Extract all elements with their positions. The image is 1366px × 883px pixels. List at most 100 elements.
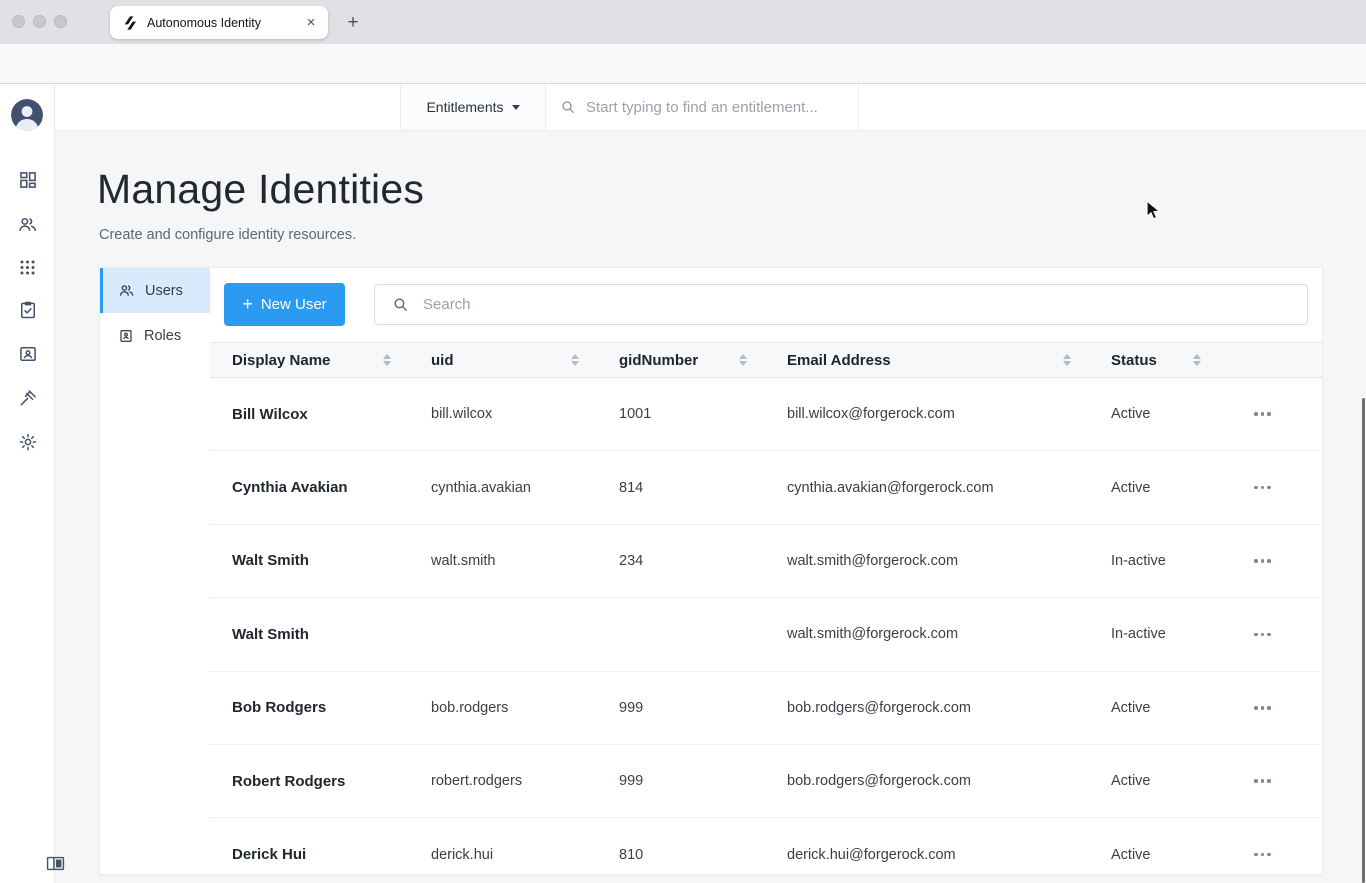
forgerock-logo-icon: [122, 15, 138, 31]
tasks-clipboard-icon: [20, 301, 35, 319]
cell-email: bob.rodgers@forgerock.com: [787, 773, 971, 790]
page-scrollbar[interactable]: [1362, 398, 1365, 883]
sort-icon[interactable]: [383, 354, 391, 366]
window-minimize-button[interactable]: [33, 15, 46, 28]
cell-display-name: Derick Hui: [232, 846, 307, 864]
tab-roles[interactable]: Roles: [100, 313, 210, 358]
cell-display-name: Walt Smith: [232, 625, 309, 643]
cell-display-name: Cynthia Avakian: [232, 479, 348, 497]
row-actions-ellipsis-icon[interactable]: [1246, 402, 1279, 426]
settings-gear-icon: [19, 433, 36, 451]
tab-close-icon[interactable]: ×: [300, 12, 322, 34]
table-body: Bill Wilcox bill.wilcox 1001 bill.wilcox…: [210, 378, 1322, 874]
cell-gidnumber: 234: [619, 552, 644, 569]
identities-card: Users Roles + New User Display Name uid: [99, 267, 1323, 875]
cell-uid: derick.hui: [431, 846, 494, 863]
entitlement-search[interactable]: [546, 84, 859, 130]
browser-tab-strip: Autonomous Identity × +: [0, 0, 1366, 44]
cell-status: Active: [1111, 773, 1151, 790]
cell-uid: robert.rodgers: [431, 773, 523, 790]
tab-users-label: Users: [145, 282, 183, 299]
collapse-sidebar-icon[interactable]: [46, 855, 65, 872]
column-header-email[interactable]: Email Address: [765, 343, 1089, 377]
cell-gidnumber: 1001: [619, 406, 652, 423]
users-icon: [19, 217, 36, 231]
sidebar-item-users[interactable]: [0, 210, 55, 238]
sidebar-item-applications[interactable]: [0, 253, 55, 281]
cell-gidnumber: 810: [619, 846, 644, 863]
table-row: Walt Smith walt.smith@forgerock.com In-a…: [210, 598, 1322, 672]
table-search[interactable]: [374, 284, 1308, 325]
column-header-uid[interactable]: uid: [409, 343, 597, 377]
users-icon: [118, 282, 135, 299]
column-header-gidnumber[interactable]: gidNumber: [597, 343, 765, 377]
page-subtitle: Create and configure identity resources.: [99, 227, 357, 243]
column-header-display-name[interactable]: Display Name: [210, 343, 409, 377]
cell-display-name: Robert Rodgers: [232, 772, 346, 790]
new-tab-button[interactable]: +: [340, 10, 366, 36]
cell-email: cynthia.avakian@forgerock.com: [787, 479, 994, 496]
cell-status: Active: [1111, 699, 1151, 716]
window-close-button[interactable]: [12, 15, 25, 28]
sort-icon[interactable]: [1193, 354, 1201, 366]
dashboard-icon: [19, 172, 36, 188]
sidebar-item-settings[interactable]: [0, 428, 55, 456]
window-zoom-button[interactable]: [54, 15, 67, 28]
cell-gidnumber: 999: [619, 699, 644, 716]
sidebar-item-rules[interactable]: [0, 384, 55, 412]
search-icon: [560, 99, 576, 115]
row-actions-ellipsis-icon[interactable]: [1246, 623, 1279, 647]
row-actions-ellipsis-icon[interactable]: [1246, 696, 1279, 720]
column-header-status[interactable]: Status: [1089, 343, 1219, 377]
cell-status: In-active: [1111, 552, 1166, 569]
cell-display-name: Bob Rodgers: [232, 699, 327, 717]
search-icon: [392, 296, 409, 313]
role-badge-icon: [118, 328, 134, 344]
identity-card-icon: [19, 347, 36, 361]
new-user-button[interactable]: + New User: [224, 283, 345, 326]
tab-title: Autonomous Identity: [147, 15, 261, 30]
row-actions-ellipsis-icon[interactable]: [1246, 843, 1279, 867]
table-search-input[interactable]: [423, 296, 1273, 313]
users-table: Display Name uid gidNumber Email Address…: [210, 342, 1322, 874]
row-actions-ellipsis-icon[interactable]: [1246, 549, 1279, 573]
cell-uid: walt.smith: [431, 552, 496, 569]
sidebar-item-tasks[interactable]: [0, 296, 55, 324]
tab-roles-label: Roles: [144, 327, 182, 344]
sort-icon[interactable]: [1063, 354, 1071, 366]
table-row: Bob Rodgers bob.rodgers 999 bob.rodgers@…: [210, 672, 1322, 745]
cell-email: walt.smith@forgerock.com: [787, 626, 959, 643]
chevron-down-icon: [511, 104, 520, 110]
browser-tab[interactable]: Autonomous Identity ×: [110, 6, 328, 39]
table-row: Walt Smith walt.smith 234 walt.smith@for…: [210, 525, 1322, 599]
context-selector-dropdown[interactable]: Entitlements: [400, 84, 546, 130]
sort-icon[interactable]: [571, 354, 579, 366]
app-sidebar: [0, 84, 65, 883]
cell-email: bob.rodgers@forgerock.com: [787, 699, 971, 716]
page-title: Manage Identities: [97, 166, 425, 212]
cell-uid: [409, 598, 597, 670]
cell-email: walt.smith@forgerock.com: [787, 552, 959, 569]
cell-display-name: Walt Smith: [232, 552, 309, 570]
cell-email: derick.hui@forgerock.com: [787, 846, 956, 863]
sidebar-item-identities[interactable]: [0, 340, 55, 368]
new-user-label: New User: [260, 296, 327, 313]
row-actions-ellipsis-icon[interactable]: [1246, 476, 1279, 500]
entitlement-search-input[interactable]: [586, 98, 846, 116]
cell-gidnumber: 999: [619, 773, 644, 790]
cell-status: Active: [1111, 479, 1151, 496]
row-actions-ellipsis-icon[interactable]: [1246, 769, 1279, 793]
cell-gidnumber: [597, 598, 765, 670]
context-selector-label: Entitlements: [426, 99, 504, 115]
table-row: Bill Wilcox bill.wilcox 1001 bill.wilcox…: [210, 378, 1322, 452]
cell-uid: cynthia.avakian: [431, 479, 531, 496]
sort-icon[interactable]: [739, 354, 747, 366]
tab-users[interactable]: Users: [100, 268, 210, 313]
cell-status: Active: [1111, 846, 1151, 863]
table-row: Derick Hui derick.hui 810 derick.hui@for…: [210, 818, 1322, 874]
avatar[interactable]: [11, 99, 43, 131]
sidebar-item-dashboard[interactable]: [0, 166, 55, 194]
table-header-row: Display Name uid gidNumber Email Address…: [210, 342, 1322, 378]
cell-status: Active: [1111, 406, 1151, 423]
browser-toolbar: https://autoid-ui.forgerock.com/manage 9…: [0, 44, 1366, 123]
